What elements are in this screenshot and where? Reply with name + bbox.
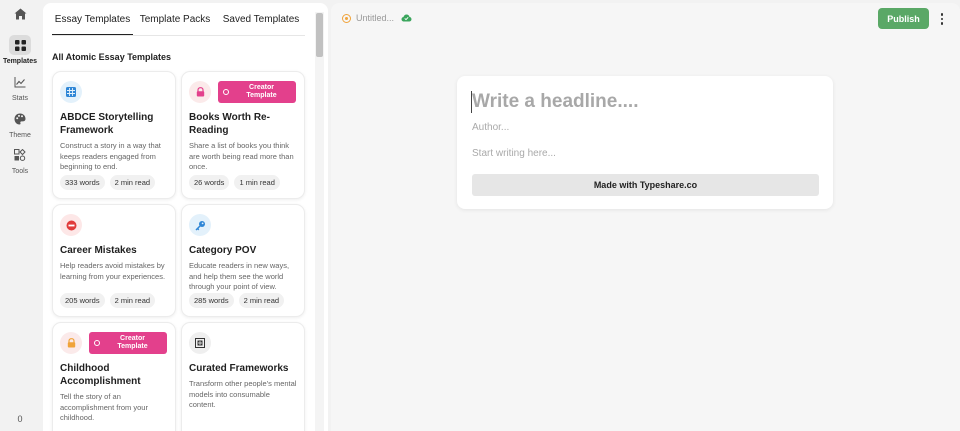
card-description: Share a list of books you think are wort… bbox=[189, 141, 294, 171]
card-meta: 333 words 2 min read bbox=[60, 175, 156, 190]
author-input[interactable] bbox=[472, 122, 818, 133]
card-description: Educate readers in new ways, and help th… bbox=[189, 261, 290, 291]
read-time: 2 min read bbox=[109, 175, 156, 190]
word-count: 205 words bbox=[60, 293, 105, 308]
templates-panel: Essay Templates Template Packs Saved Tem… bbox=[43, 3, 328, 431]
creator-template-badge[interactable]: Creator Template bbox=[89, 332, 167, 354]
lock-icon bbox=[189, 81, 211, 103]
card-title: Category POV bbox=[189, 245, 257, 256]
read-time: 1 min read bbox=[234, 175, 280, 190]
nav-rail: Templates Stats Theme Tools 0 bbox=[0, 0, 40, 431]
card-title: Career Mistakes bbox=[60, 245, 137, 256]
rail-label-tools: Tools bbox=[11, 168, 29, 175]
tabs-divider bbox=[52, 35, 305, 36]
no-entry-icon bbox=[60, 214, 82, 236]
template-card-career-mistakes[interactable]: Career Mistakes Help readers avoid mista… bbox=[52, 204, 176, 317]
more-options-icon[interactable] bbox=[937, 11, 947, 27]
creator-icon bbox=[223, 89, 229, 95]
editor-area: Untitled... Publish Made with Typeshare.… bbox=[331, 3, 960, 431]
card-description: Transform other people's mental models i… bbox=[189, 379, 297, 409]
lock-icon bbox=[60, 332, 82, 354]
card-title: Curated Frameworks bbox=[189, 363, 289, 374]
document-title[interactable]: Untitled... bbox=[356, 13, 394, 23]
rail-item-stats[interactable]: Stats bbox=[0, 72, 40, 102]
card-title: Childhood Accomplishment bbox=[60, 363, 141, 387]
tab-template-packs[interactable]: Template Packs bbox=[133, 3, 217, 35]
headline-input[interactable] bbox=[471, 91, 817, 113]
tools-icon bbox=[9, 145, 31, 165]
tab-saved-templates[interactable]: Saved Templates bbox=[217, 3, 305, 35]
palette-icon bbox=[9, 109, 31, 129]
card-meta: 285 words 2 min read bbox=[189, 293, 285, 308]
rail-label-theme: Theme bbox=[9, 132, 31, 139]
document-status: Untitled... bbox=[342, 13, 412, 23]
frame-icon bbox=[189, 332, 211, 354]
template-card-childhood-accomplishment[interactable]: Creator Template Childhood Accomplishmen… bbox=[52, 322, 176, 431]
card-description: Help readers avoid mistakes by learning … bbox=[60, 261, 166, 281]
notification-count: 0 bbox=[17, 414, 23, 424]
card-title: ABDCE Storytelling Framework bbox=[60, 112, 154, 136]
draft-status-icon bbox=[342, 13, 351, 23]
rail-item-templates[interactable]: Templates bbox=[0, 35, 40, 65]
rail-label-stats: Stats bbox=[12, 95, 28, 102]
card-description: Construct a story in a way that keeps re… bbox=[60, 141, 161, 171]
panel-scrollbar[interactable] bbox=[315, 12, 324, 431]
scrollbar-thumb[interactable] bbox=[316, 13, 323, 57]
rail-item-tools[interactable]: Tools bbox=[0, 145, 40, 175]
body-input[interactable] bbox=[472, 148, 818, 159]
card-meta: 26 words 1 min read bbox=[189, 175, 280, 190]
made-with-typeshare-button[interactable]: Made with Typeshare.co bbox=[472, 174, 819, 196]
section-title: All Atomic Essay Templates bbox=[52, 52, 172, 62]
template-tabs: Essay Templates Template Packs Saved Tem… bbox=[52, 3, 305, 39]
cloud-saved-icon bbox=[401, 14, 412, 22]
publish-button[interactable]: Publish bbox=[878, 8, 929, 29]
editor-card: Made with Typeshare.co bbox=[457, 76, 833, 209]
card-title: Books Worth Re-Reading bbox=[189, 112, 270, 136]
template-card-abdce[interactable]: ABDCE Storytelling Framework Construct a… bbox=[52, 71, 176, 199]
rail-label-templates: Templates bbox=[2, 58, 38, 65]
home-icon[interactable] bbox=[10, 5, 30, 23]
tab-essay-templates[interactable]: Essay Templates bbox=[52, 3, 133, 35]
template-card-curated-frameworks[interactable]: Curated Frameworks Transform other peopl… bbox=[181, 322, 305, 431]
key-icon bbox=[189, 214, 211, 236]
creator-template-badge[interactable]: Creator Template bbox=[218, 81, 296, 103]
chart-icon bbox=[9, 72, 31, 92]
word-count: 26 words bbox=[189, 175, 230, 190]
read-time: 2 min read bbox=[109, 293, 156, 308]
rail-item-theme[interactable]: Theme bbox=[0, 109, 40, 139]
template-card-books-worth-rereading[interactable]: Creator Template Books Worth Re-Reading … bbox=[181, 71, 305, 199]
card-description: Tell the story of an accomplishment from… bbox=[60, 392, 148, 422]
creator-icon bbox=[94, 340, 100, 346]
grid-icon bbox=[60, 81, 82, 103]
template-card-category-pov[interactable]: Category POV Educate readers in new ways… bbox=[181, 204, 305, 317]
word-count: 285 words bbox=[189, 293, 234, 308]
word-count: 333 words bbox=[60, 175, 105, 190]
read-time: 2 min read bbox=[238, 293, 285, 308]
card-meta: 205 words 2 min read bbox=[60, 293, 156, 308]
grid-icon bbox=[9, 35, 31, 55]
